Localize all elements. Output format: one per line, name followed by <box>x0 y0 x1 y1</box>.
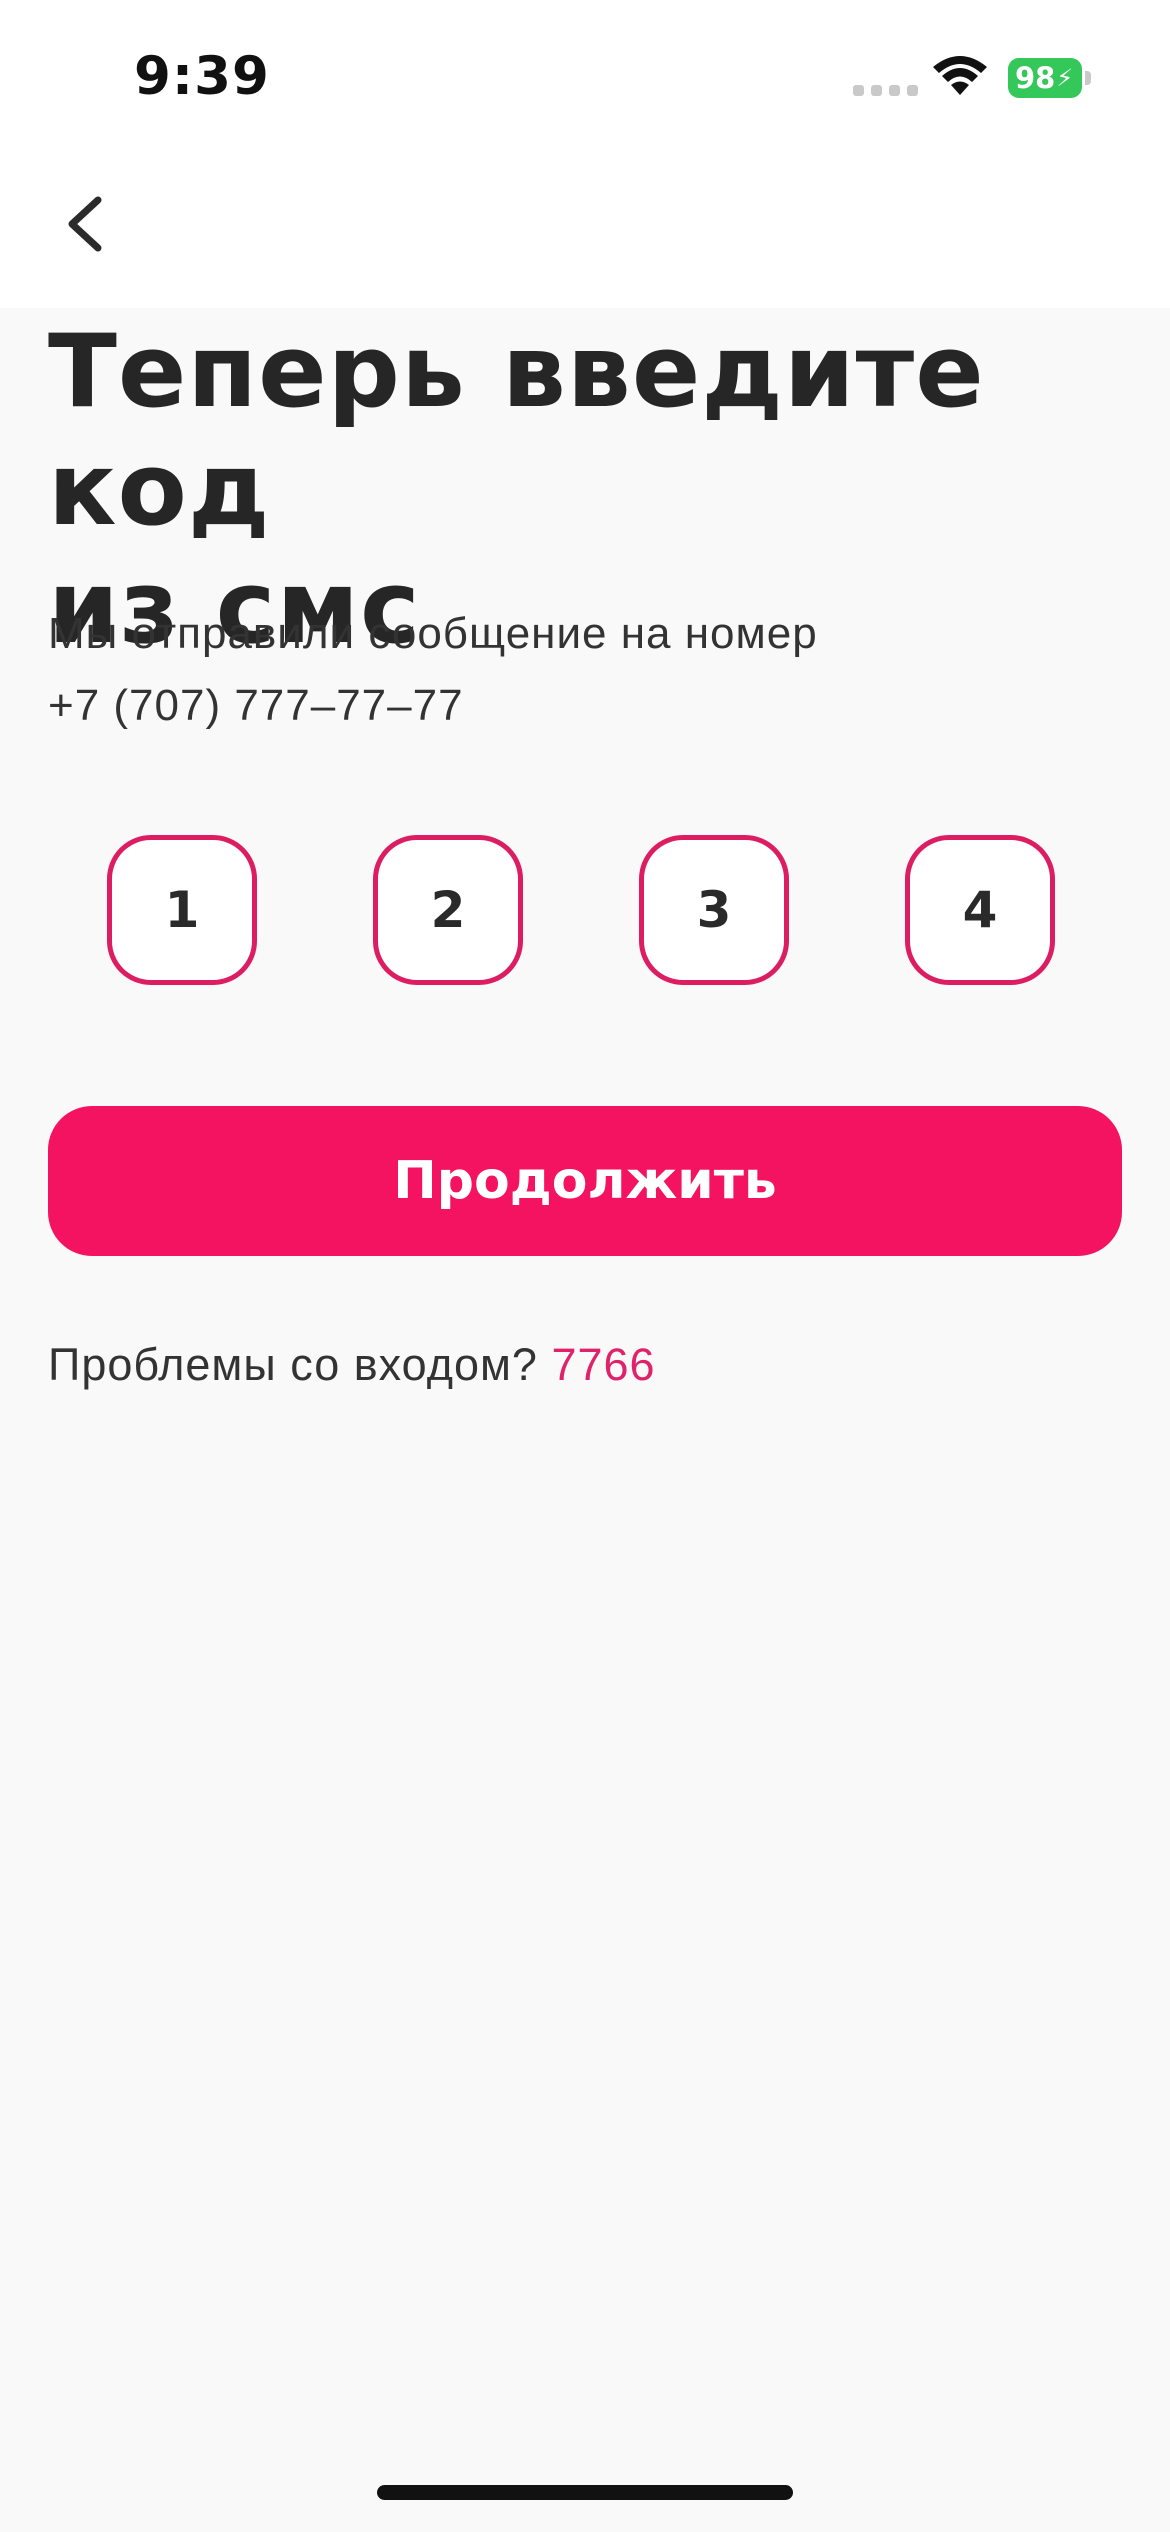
status-bar-time: 9:39 <box>134 46 270 107</box>
code-digit-1[interactable]: 1 <box>107 835 257 985</box>
bolt-icon: ⚡ <box>1056 64 1074 92</box>
subtitle-text: Мы отправили сообщение на номер <box>48 609 818 658</box>
chevron-left-icon <box>68 196 102 252</box>
login-problems: Проблемы со входом? 7766 <box>48 1335 656 1395</box>
login-problems-text: Проблемы со входом? <box>48 1339 538 1390</box>
sms-code-screen: 9:39 98 ⚡ Теперь введите код из смс Мы о… <box>0 0 1170 2532</box>
phone-number: +7 (707) 777–77–77 <box>48 681 464 730</box>
battery-charging-icon: 98 ⚡ <box>1008 58 1082 98</box>
wifi-icon <box>933 56 987 95</box>
code-digit-2[interactable]: 2 <box>373 835 523 985</box>
battery-cap <box>1085 71 1091 85</box>
page-subtitle: Мы отправили сообщение на номер +7 (707)… <box>48 598 818 742</box>
support-number-link[interactable]: 7766 <box>551 1339 655 1390</box>
sms-code-inputs: 1 2 3 4 <box>107 835 1062 985</box>
page-title-line-1: Теперь введите код <box>48 312 985 548</box>
home-indicator[interactable] <box>377 2485 793 2500</box>
battery-level: 98 <box>1015 61 1056 95</box>
cellular-signal-icon <box>853 85 918 96</box>
code-digit-3[interactable]: 3 <box>639 835 789 985</box>
back-button[interactable] <box>46 176 126 272</box>
continue-button[interactable]: Продолжить <box>48 1106 1122 1256</box>
code-digit-4[interactable]: 4 <box>905 835 1055 985</box>
